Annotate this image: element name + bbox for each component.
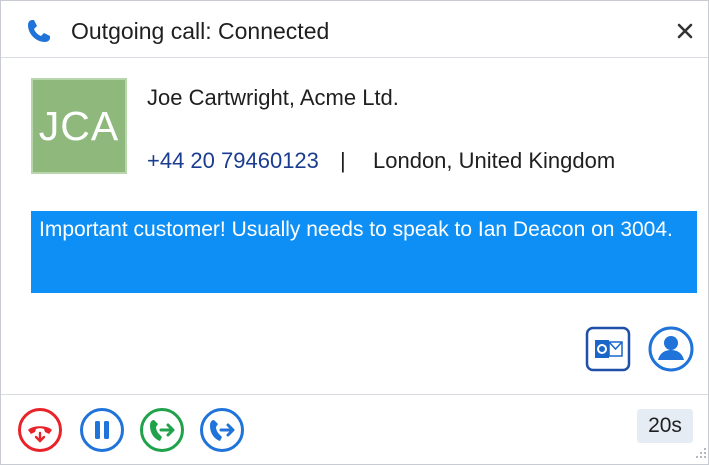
forward-call-icon[interactable] xyxy=(199,407,245,453)
transfer-icon[interactable] xyxy=(139,407,185,453)
avatar-initials: JCA xyxy=(38,102,120,149)
call-controls-bar: 20s xyxy=(1,394,708,465)
contact-person-icon[interactable] xyxy=(648,326,694,372)
hang-up-icon[interactable] xyxy=(17,407,63,453)
outlook-icon[interactable] xyxy=(585,326,631,372)
call-window: Outgoing call: Connected JCA Joe Cartwri… xyxy=(0,0,709,465)
contact-name: Joe Cartwright, Acme Ltd. xyxy=(147,85,399,110)
avatar: JCA xyxy=(31,78,127,174)
contact-note: Important customer! Usually needs to spe… xyxy=(31,211,697,293)
contact-location: London, United Kingdom xyxy=(373,148,616,173)
call-duration-timer: 20s xyxy=(637,409,693,443)
title-bar: Outgoing call: Connected xyxy=(1,1,708,58)
contact-separator: | xyxy=(340,148,346,173)
close-icon[interactable] xyxy=(669,15,701,47)
contact-phone-number[interactable]: +44 20 79460123 xyxy=(147,148,319,174)
window-title: Outgoing call: Connected xyxy=(71,18,330,44)
call-duration-value: 20s xyxy=(648,414,682,437)
resize-grip-icon[interactable] xyxy=(695,447,707,459)
phone-handset-icon xyxy=(28,20,50,42)
pause-icon[interactable] xyxy=(79,407,125,453)
